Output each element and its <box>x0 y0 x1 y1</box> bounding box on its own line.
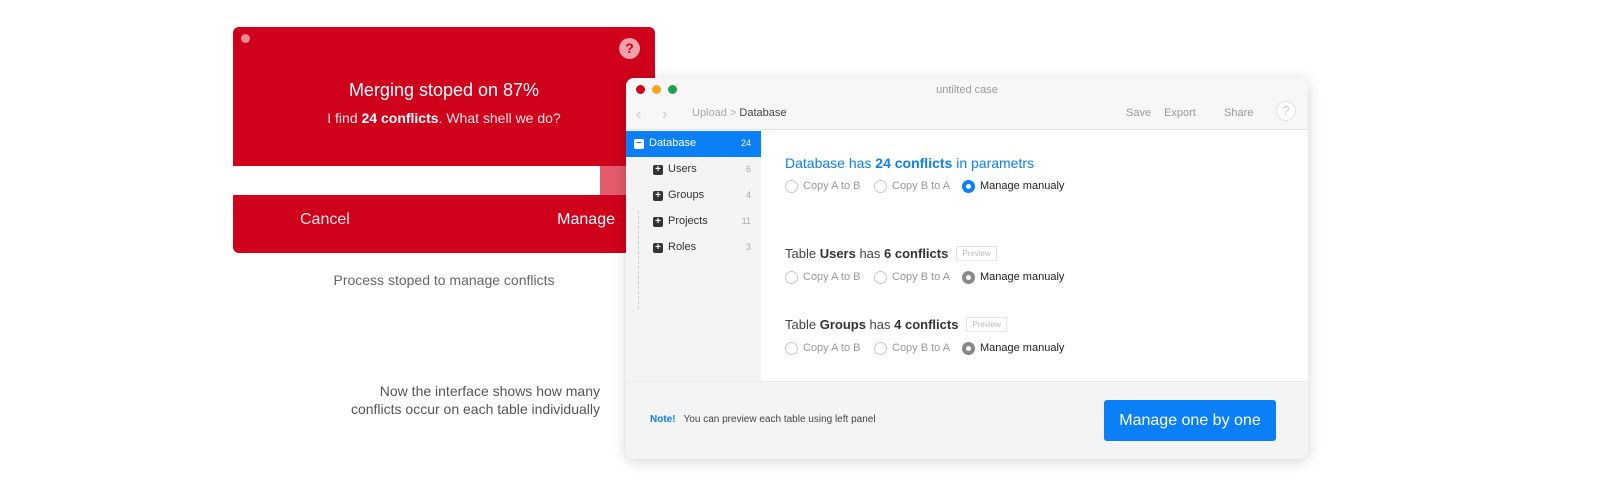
breadcrumb-separator: > <box>726 107 740 119</box>
radio-selected-icon[interactable] <box>962 180 975 193</box>
dialog-title: Merging stoped on 87% <box>348 80 540 100</box>
progress-fill <box>233 166 601 195</box>
collapse-icon[interactable]: − <box>634 139 644 149</box>
subtitle-prefix: I find <box>327 110 362 126</box>
sidebar-item-database[interactable]: − Database 24 <box>626 131 761 157</box>
cancel-button[interactable]: Cancel <box>300 211 350 229</box>
dialog-caption: Process stoped to manage conflicts <box>333 272 555 288</box>
sidebar-item-label: Database <box>649 137 697 149</box>
breadcrumb: Upload > Database <box>692 107 787 119</box>
breadcrumb-current: Database <box>739 107 787 119</box>
radio-icon[interactable] <box>874 342 887 356</box>
footer-bar: Note! You can preview each table using le… <box>626 381 1308 459</box>
radio-icon[interactable] <box>785 271 798 285</box>
breadcrumb-parent[interactable]: Upload <box>692 107 727 119</box>
conflict-count: 6 conflicts <box>884 246 949 261</box>
option-label: Copy B to A <box>892 271 951 284</box>
manage-one-by-one-button[interactable]: Manage one by one <box>1104 400 1276 441</box>
title-text: in parametrs <box>952 155 1035 171</box>
section-title: Table Users has 6 conflicts Preview <box>785 246 997 262</box>
option-label: Copy A to B <box>803 342 861 355</box>
groups-conflicts-section: Table Groups has 4 conflicts Preview Copy… <box>785 317 1064 357</box>
title-text: Table <box>785 246 820 261</box>
note: Note! You can preview each table using le… <box>650 414 876 425</box>
back-arrow-icon[interactable]: ‹ <box>636 106 641 124</box>
sidebar-item-groups[interactable]: + Groups 4 <box>626 183 761 209</box>
help-icon[interactable]: ? <box>619 38 640 59</box>
title-text: Table <box>785 317 820 332</box>
sidebar-item-label: Projects <box>668 215 708 227</box>
save-button[interactable]: Save <box>1126 107 1151 119</box>
sidebar-item-users[interactable]: + Users 6 <box>626 157 761 183</box>
section-title: Database has 24 conflicts in parametrs <box>785 155 1034 171</box>
window-help-icon[interactable]: ? <box>1276 101 1296 121</box>
users-conflicts-section: Table Users has 6 conflicts Preview Copy … <box>785 246 1064 286</box>
preview-button[interactable]: Preview <box>956 246 997 262</box>
title-bold: 24 conflicts <box>875 155 953 171</box>
merge-progress-bar <box>233 166 655 195</box>
option-label: Copy B to A <box>892 180 951 192</box>
export-button[interactable]: Export <box>1164 107 1196 119</box>
window-caption: Now the interface shows how many conflic… <box>350 383 600 417</box>
title-text: has <box>855 246 885 261</box>
conflicts-panel: Database has 24 conflicts in parametrs C… <box>761 131 1308 381</box>
sidebar-item-count: 3 <box>745 242 751 252</box>
option-label: Copy B to A <box>892 342 951 355</box>
sidebar-item-count: 4 <box>745 190 751 200</box>
sidebar: − Database 24 + Users 6 + Groups 4 + Pro… <box>626 131 761 381</box>
radio-selected-icon[interactable] <box>962 342 975 356</box>
forward-arrow-icon[interactable]: › <box>662 106 667 124</box>
title-text: has <box>865 317 895 332</box>
share-button[interactable]: Share <box>1224 107 1253 119</box>
section-title: Table Groups has 4 conflicts Preview <box>785 317 1007 333</box>
expand-icon[interactable]: + <box>653 217 663 227</box>
sidebar-item-count: 24 <box>740 138 751 148</box>
note-label: Note! <box>650 414 676 425</box>
table-name: Groups <box>819 317 866 332</box>
option-label: Manage manualy <box>980 180 1065 192</box>
radio-icon[interactable] <box>785 180 798 193</box>
resolution-options: Copy A to B Copy B to A Manage manualy <box>785 270 1064 286</box>
radio-icon[interactable] <box>874 180 887 193</box>
dialog-dot-icon <box>241 34 250 43</box>
resolution-options: Copy A to B Copy B to A Manage manualy <box>785 341 1064 357</box>
note-text: You can preview each table using left pa… <box>683 414 876 425</box>
table-name: Users <box>819 246 856 261</box>
option-label: Copy A to B <box>803 271 861 284</box>
title-text: Database has <box>785 155 876 171</box>
radio-icon[interactable] <box>874 271 887 285</box>
radio-icon[interactable] <box>785 342 798 356</box>
title-bar: untilted case ‹ › Upload > Database Save… <box>626 78 1308 130</box>
resolution-options: Copy A to B Copy B to A Manage manualy <box>785 179 1064 195</box>
option-label: Copy A to B <box>803 180 861 192</box>
option-label: Manage manualy <box>980 342 1065 355</box>
dialog-subtitle: I find 24 conflicts. What shell we do? <box>233 110 655 126</box>
sidebar-item-count: 11 <box>741 216 751 226</box>
database-conflicts-section: Database has 24 conflicts in parametrs C… <box>785 155 1064 195</box>
radio-selected-icon[interactable] <box>962 271 975 285</box>
sidebar-item-projects[interactable]: + Projects 11 <box>626 209 761 235</box>
subtitle-conflicts: 24 conflicts <box>361 110 439 126</box>
manage-button[interactable]: Manage <box>557 211 615 229</box>
expand-icon[interactable]: + <box>653 165 663 175</box>
app-window: untilted case ‹ › Upload > Database Save… <box>626 78 1308 459</box>
conflict-count: 4 conflicts <box>894 317 959 332</box>
subtitle-suffix: . What shell we do? <box>438 110 561 126</box>
sidebar-item-roles[interactable]: + Roles 3 <box>626 235 761 261</box>
sidebar-item-label: Users <box>668 163 697 175</box>
merge-dialog: ? Merging stoped on 87% I find 24 confli… <box>233 27 655 253</box>
window-title: untilted case <box>936 84 998 96</box>
option-label: Manage manualy <box>980 271 1065 284</box>
sidebar-item-label: Roles <box>668 241 697 253</box>
expand-icon[interactable]: + <box>653 243 663 253</box>
expand-icon[interactable]: + <box>653 191 663 201</box>
sidebar-item-count: 6 <box>745 164 751 174</box>
sidebar-item-label: Groups <box>668 189 705 201</box>
preview-button[interactable]: Preview <box>966 317 1007 333</box>
